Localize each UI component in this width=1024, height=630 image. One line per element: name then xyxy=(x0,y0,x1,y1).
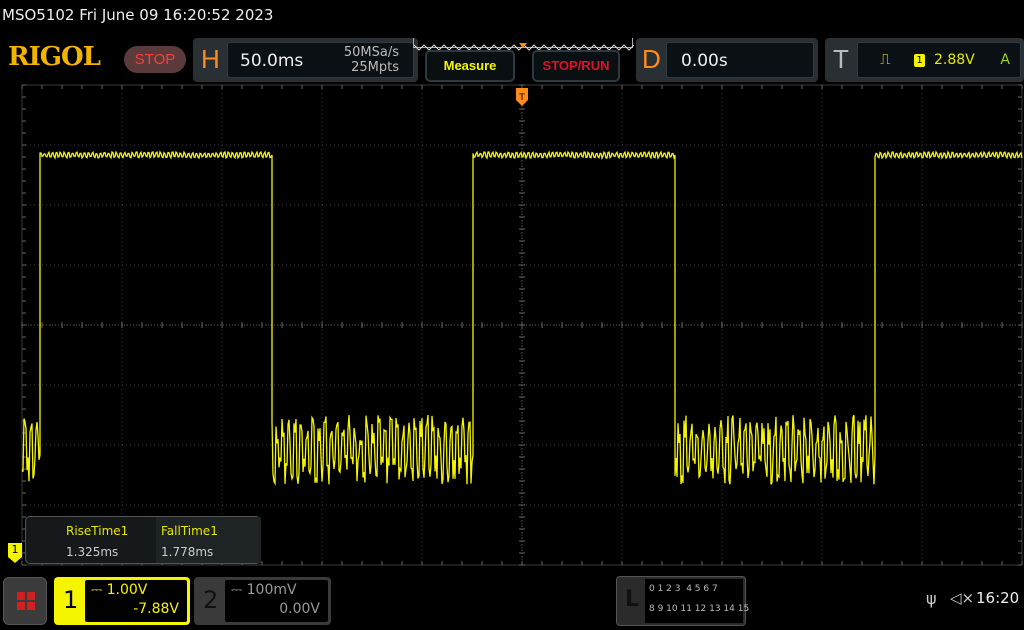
channel2-number: 2 xyxy=(203,586,219,614)
clock: 16:20 xyxy=(976,589,1020,607)
channel1-number: 1 xyxy=(63,586,79,614)
logic-channels-0-7: 0 1 2 3 4 5 6 7 xyxy=(649,584,718,594)
channel-menu-button[interactable] xyxy=(3,577,47,625)
measure-label: RiseTime1 xyxy=(66,524,129,538)
channel1-offset: -7.88V xyxy=(133,601,179,617)
usb-icon: ψ xyxy=(926,589,937,608)
logic-panel[interactable]: L 0 1 2 3 4 5 6 7 8 9 10 11 12 13 14 15 xyxy=(616,576,750,626)
channel1-scale: ⎓ 1.00V xyxy=(91,582,148,598)
mute-icon[interactable]: ◁× xyxy=(950,589,974,607)
channel2-scale: ⎓ 100mV xyxy=(231,582,297,598)
measure-value: 1.325ms xyxy=(66,545,119,559)
channel1-panel[interactable]: 1 ⎓ 1.00V -7.88V xyxy=(54,577,190,625)
svg-text:T: T xyxy=(518,93,525,103)
measure-value: 1.778ms xyxy=(161,545,214,559)
measure-label: FallTime1 xyxy=(161,524,218,538)
logic-channels-8-15: 8 9 10 11 12 13 14 15 xyxy=(649,604,750,614)
channel2-panel[interactable]: 2 ⎓ 100mV 0.00V xyxy=(194,577,331,625)
channel1-scale-value: 1.00V xyxy=(106,582,148,598)
channel2-scale-value: 100mV xyxy=(246,582,297,598)
logic-letter: L xyxy=(625,587,640,612)
measurement-panel: RiseTime1 1.325ms FallTime1 1.778ms xyxy=(25,516,261,564)
channel2-offset: 0.00V xyxy=(279,601,320,617)
